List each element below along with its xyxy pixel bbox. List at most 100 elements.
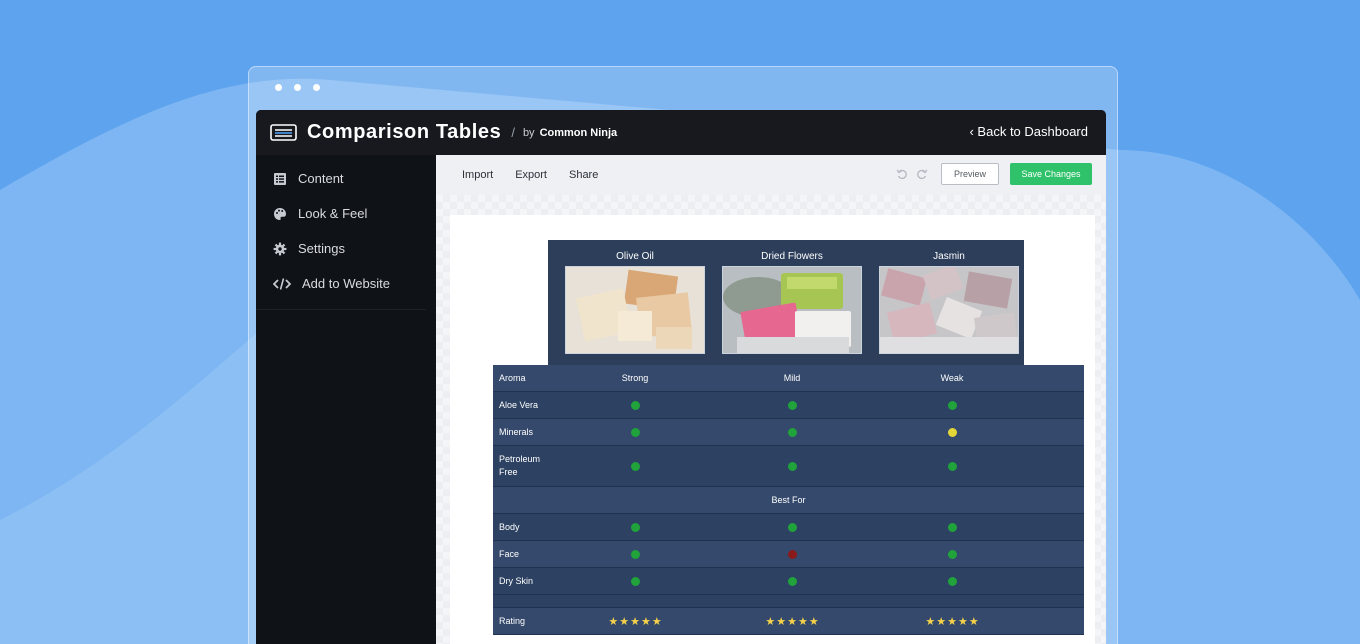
- rating-cell: ★ ★ ★ ★ ★: [912, 615, 992, 628]
- row-label: Aloe Vera: [499, 399, 539, 410]
- star-icon: ★: [936, 615, 947, 628]
- status-cell: [615, 576, 655, 586]
- jasmin-soap-image: [880, 267, 1018, 353]
- export-button[interactable]: Export: [515, 169, 547, 181]
- status-cell: [932, 522, 972, 532]
- rating-cell: ★ ★ ★ ★ ★: [752, 615, 832, 628]
- rating-cell: ★ ★ ★ ★ ★: [595, 615, 675, 628]
- window-dot: [294, 84, 301, 91]
- table-row-rating: Rating ★ ★ ★ ★ ★ ★ ★ ★ ★ ★ ★ ★ ★ ★ ★: [493, 608, 1084, 635]
- row-label: Rating: [499, 615, 526, 626]
- status-dot-green: [947, 549, 957, 559]
- share-button[interactable]: Share: [569, 169, 598, 181]
- editor-toolbar: Import Export Share Preview Save Changes: [436, 155, 1106, 195]
- status-dot-green: [630, 400, 640, 410]
- product-name: Olive Oil: [616, 251, 654, 262]
- gear-icon: [273, 242, 287, 255]
- star-icon: ★: [787, 615, 797, 628]
- product-column: Olive Oil: [565, 240, 705, 354]
- status-dot-green: [630, 522, 640, 532]
- product-header: Olive Oil Dried Flowers Jasmin: [548, 240, 1024, 365]
- star-icon: ★: [630, 615, 640, 628]
- star-icon: ★: [640, 615, 651, 628]
- section-header-best-for: Best For: [493, 487, 1084, 514]
- table-row: Face: [493, 541, 1084, 568]
- status-dot-yellow: [947, 427, 957, 437]
- redo-icon[interactable]: [916, 168, 928, 180]
- star-rating: ★ ★ ★ ★ ★: [765, 615, 818, 628]
- sidebar-item-look-feel[interactable]: Look & Feel: [256, 196, 436, 231]
- status-cell: [772, 427, 812, 437]
- star-icon: ★: [957, 615, 968, 628]
- star-icon: ★: [947, 615, 957, 628]
- row-label: Body: [499, 521, 520, 532]
- table-row: Petroleum Free: [493, 446, 1084, 487]
- star-icon: ★: [925, 615, 936, 628]
- sidebar-item-settings[interactable]: Settings: [256, 231, 436, 266]
- save-changes-button[interactable]: Save Changes: [1010, 163, 1092, 185]
- status-cell: [772, 461, 812, 471]
- import-button[interactable]: Import: [462, 169, 493, 181]
- section-label: Best For: [771, 495, 806, 505]
- status-dot-green: [787, 400, 797, 410]
- editor-canvas: Olive Oil Dried Flowers Jasmin Aroma Str…: [436, 195, 1106, 644]
- back-to-dashboard-link[interactable]: ‹ Back to Dashboard: [969, 124, 1088, 139]
- preview-button[interactable]: Preview: [941, 163, 999, 185]
- status-cell: [932, 427, 972, 437]
- star-icon: ★: [776, 615, 787, 628]
- star-icon: ★: [797, 615, 808, 628]
- by-label: by: [522, 126, 535, 139]
- status-dot-red: [787, 549, 797, 559]
- brand-name: Common Ninja: [539, 126, 618, 139]
- undo-icon[interactable]: [896, 168, 908, 180]
- table-row: Minerals: [493, 419, 1084, 446]
- row-label: Minerals: [499, 426, 534, 437]
- sidebar-divider: [256, 309, 426, 310]
- canvas-paper: Olive Oil Dried Flowers Jasmin Aroma Str…: [450, 215, 1095, 644]
- product-column: Jasmin: [879, 240, 1019, 354]
- status-cell: [615, 522, 655, 532]
- comparison-table: Aroma Strong Mild Weak Aloe Vera Minerals…: [493, 365, 1084, 635]
- status-cell: [772, 576, 812, 586]
- status-cell: [932, 576, 972, 586]
- star-icon: ★: [808, 615, 819, 628]
- row-label: Dry Skin: [499, 575, 534, 586]
- title-separator: /: [511, 125, 515, 140]
- status-cell: [615, 427, 655, 437]
- sidebar-item-add-to-website[interactable]: Add to Website: [256, 266, 436, 301]
- star-rating: ★ ★ ★ ★ ★: [608, 615, 661, 628]
- status-cell: [615, 400, 655, 410]
- status-dot-green: [787, 461, 797, 471]
- aroma-value: Strong: [621, 373, 649, 383]
- aroma-value: Weak: [940, 373, 964, 383]
- star-icon: ★: [608, 615, 619, 628]
- status-dot-green: [947, 461, 957, 471]
- status-dot-green: [630, 576, 640, 586]
- row-label: Face: [499, 548, 520, 559]
- olive-oil-soap-image: [566, 267, 704, 353]
- star-icon: ★: [651, 615, 662, 628]
- table-row: Dry Skin: [493, 568, 1084, 595]
- status-dot-green: [787, 522, 797, 532]
- status-dot-green: [630, 427, 640, 437]
- app-window: Comparison Tables / by Common Ninja ‹ Ba…: [256, 110, 1106, 644]
- status-dot-green: [630, 461, 640, 471]
- status-cell: [772, 549, 812, 559]
- sidebar-item-content[interactable]: Content: [256, 161, 436, 196]
- sidebar-item-label: Settings: [298, 241, 345, 256]
- star-rating: ★ ★ ★ ★ ★: [925, 615, 978, 628]
- top-bar: Comparison Tables / by Common Ninja ‹ Ba…: [256, 110, 1106, 155]
- product-image: [565, 266, 705, 354]
- window-dot: [313, 84, 320, 91]
- row-label: Aroma: [499, 372, 526, 383]
- status-cell: [772, 522, 812, 532]
- status-dot-green: [947, 522, 957, 532]
- table-row-aroma: Aroma Strong Mild Weak: [493, 365, 1084, 392]
- star-icon: ★: [968, 615, 979, 628]
- status-cell: [615, 549, 655, 559]
- product-image: [879, 266, 1019, 354]
- product-name: Dried Flowers: [761, 251, 823, 262]
- dried-flowers-soap-image: [723, 267, 861, 353]
- status-cell: [932, 549, 972, 559]
- status-dot-green: [787, 427, 797, 437]
